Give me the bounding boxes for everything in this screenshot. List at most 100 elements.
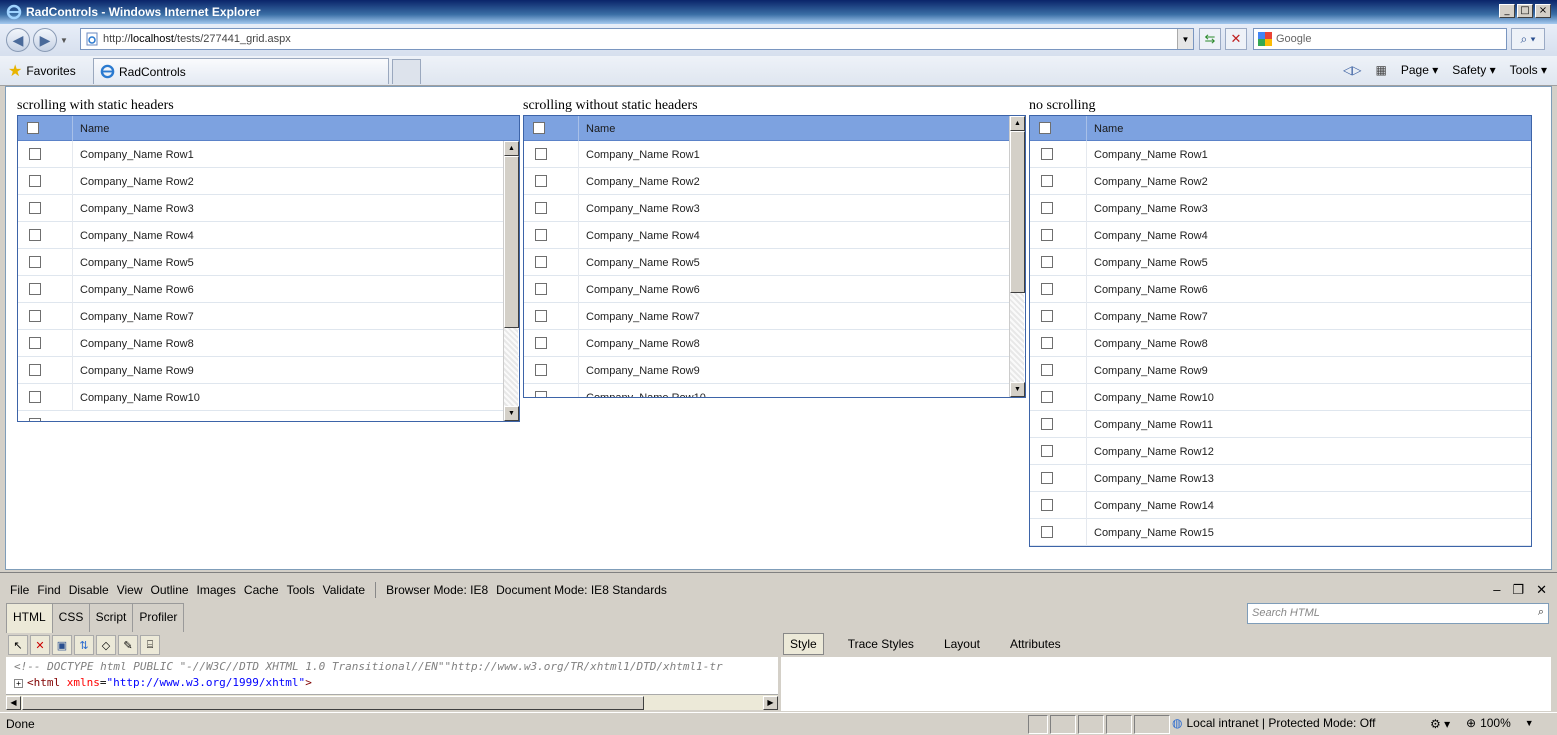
row-checkbox[interactable] bbox=[29, 283, 41, 295]
table-row[interactable]: Company_Name Row6 bbox=[18, 276, 519, 303]
table-row[interactable]: Company_Name Row5 bbox=[1030, 249, 1531, 276]
element-source-icon[interactable]: ◇ bbox=[96, 635, 116, 655]
security-zone[interactable]: ◍ Local intranet | Protected Mode: Off bbox=[1172, 716, 1375, 730]
clear-browser-cache-icon[interactable]: ✕ bbox=[30, 635, 50, 655]
row-checkbox[interactable] bbox=[29, 364, 41, 376]
row-checkbox[interactable] bbox=[29, 202, 41, 214]
table-row[interactable]: Company_Name Row8 bbox=[1030, 330, 1531, 357]
row-checkbox[interactable] bbox=[1041, 472, 1053, 484]
table-row[interactable]: Company_Name Row6 bbox=[1030, 276, 1531, 303]
search-icon[interactable]: ⌕ bbox=[1538, 606, 1544, 619]
menu-tools[interactable]: Tools bbox=[287, 583, 315, 597]
expand-icon[interactable]: + bbox=[14, 679, 23, 688]
row-checkbox[interactable] bbox=[535, 337, 547, 349]
page-menu[interactable]: Page ▾ bbox=[1401, 63, 1438, 77]
history-dropdown-icon[interactable]: ▼ bbox=[60, 36, 68, 45]
select-all-checkbox[interactable] bbox=[533, 122, 545, 134]
close-button[interactable]: × bbox=[1535, 4, 1551, 18]
refresh-button[interactable]: ⇆ bbox=[1199, 28, 1221, 50]
scroll-right-arrow-icon[interactable]: ▶ bbox=[763, 696, 778, 710]
menu-cache[interactable]: Cache bbox=[244, 583, 279, 597]
document-mode-menu[interactable]: Document Mode: IE8 Standards bbox=[496, 583, 667, 597]
read-mail-icon[interactable]: ▦ bbox=[1376, 63, 1387, 77]
table-row[interactable]: Company_Name Row14 bbox=[1030, 492, 1531, 519]
html-node[interactable]: + <html xmlns="http://www.w3.org/1999/xht… bbox=[14, 676, 778, 689]
table-row[interactable]: Company_Name Row5 bbox=[524, 249, 1025, 276]
scroll-thumb[interactable] bbox=[1010, 131, 1025, 293]
table-row[interactable]: Company_Name Row7 bbox=[1030, 303, 1531, 330]
menu-find[interactable]: Find bbox=[37, 583, 60, 597]
protected-mode-icon[interactable]: ⚙ ▾ bbox=[1430, 717, 1450, 731]
back-button[interactable]: ◀ bbox=[6, 28, 30, 52]
favorites-button[interactable]: ★ Favorites bbox=[8, 61, 76, 81]
tab-style[interactable]: Style bbox=[783, 633, 824, 655]
table-row[interactable]: Company_Name Row1 bbox=[18, 141, 519, 168]
devtools-unpin-icon[interactable]: ❐ bbox=[1512, 582, 1524, 598]
table-row[interactable]: Company_Name Row1 bbox=[1030, 141, 1531, 168]
menu-validate[interactable]: Validate bbox=[323, 583, 365, 597]
scroll-down-arrow-icon[interactable]: ▼ bbox=[504, 406, 519, 421]
devtools-close-icon[interactable]: ✕ bbox=[1536, 582, 1547, 598]
select-all-checkbox[interactable] bbox=[1039, 122, 1051, 134]
table-row[interactable]: Company_Name Row2 bbox=[524, 168, 1025, 195]
row-checkbox[interactable] bbox=[1041, 148, 1053, 160]
search-input[interactable]: Google bbox=[1253, 28, 1507, 50]
tab-radcontrols[interactable]: RadControls bbox=[93, 58, 389, 84]
table-row[interactable]: Company_Name Row10 bbox=[1030, 384, 1531, 411]
menu-disable[interactable]: Disable bbox=[69, 583, 109, 597]
word-wrap-icon[interactable]: ⌸ bbox=[140, 635, 160, 655]
minimize-button[interactable]: _ bbox=[1499, 4, 1515, 18]
scroll-left-arrow-icon[interactable]: ◀ bbox=[6, 696, 21, 710]
row-checkbox[interactable] bbox=[29, 310, 41, 322]
table-row[interactable]: Company_Name Row6 bbox=[524, 276, 1025, 303]
table-row[interactable]: Company_Name Row4 bbox=[524, 222, 1025, 249]
address-bar[interactable]: http://localhost/tests/277441_grid.aspx … bbox=[80, 28, 1194, 50]
row-checkbox[interactable] bbox=[1041, 310, 1053, 322]
table-row[interactable]: Company_Name Row10 bbox=[524, 384, 1025, 397]
select-element-icon[interactable]: ↖ bbox=[8, 635, 28, 655]
new-tab-button[interactable] bbox=[392, 59, 421, 84]
row-checkbox[interactable] bbox=[1041, 418, 1053, 430]
address-url[interactable]: http://localhost/tests/277441_grid.aspx bbox=[103, 33, 291, 45]
table-row-partial[interactable] bbox=[18, 411, 519, 421]
forward-button[interactable]: ▶ bbox=[33, 28, 57, 52]
vertical-scrollbar[interactable]: ▲ ▼ bbox=[1009, 116, 1025, 397]
row-checkbox[interactable] bbox=[29, 337, 41, 349]
vertical-scrollbar[interactable]: ▲ ▼ bbox=[503, 141, 519, 421]
row-checkbox[interactable] bbox=[29, 391, 41, 403]
scroll-thumb[interactable] bbox=[504, 156, 519, 328]
safety-menu[interactable]: Safety ▾ bbox=[1452, 63, 1495, 77]
search-html-input[interactable]: Search HTML ⌕ bbox=[1247, 603, 1549, 624]
scroll-up-arrow-icon[interactable]: ▲ bbox=[1010, 116, 1025, 131]
row-checkbox[interactable] bbox=[535, 202, 547, 214]
column-header-name[interactable]: Name bbox=[1094, 123, 1123, 135]
table-row[interactable]: Company_Name Row7 bbox=[524, 303, 1025, 330]
row-checkbox[interactable] bbox=[1041, 391, 1053, 403]
row-checkbox[interactable] bbox=[535, 148, 547, 160]
feeds-icon[interactable]: ◁▷ bbox=[1343, 63, 1361, 77]
row-checkbox[interactable] bbox=[1041, 337, 1053, 349]
tab-css[interactable]: CSS bbox=[51, 603, 90, 632]
edit-icon[interactable]: ✎ bbox=[118, 635, 138, 655]
tools-menu[interactable]: Tools ▾ bbox=[1510, 63, 1547, 77]
tab-profiler[interactable]: Profiler bbox=[132, 603, 185, 632]
row-checkbox[interactable] bbox=[535, 283, 547, 295]
row-checkbox[interactable] bbox=[1041, 229, 1053, 241]
column-header-name[interactable]: Name bbox=[80, 123, 109, 135]
menu-images[interactable]: Images bbox=[197, 583, 236, 597]
row-checkbox[interactable] bbox=[29, 148, 41, 160]
table-row[interactable]: Company_Name Row8 bbox=[18, 330, 519, 357]
row-checkbox[interactable] bbox=[1041, 256, 1053, 268]
table-row[interactable]: Company_Name Row9 bbox=[18, 357, 519, 384]
horizontal-scrollbar[interactable]: ◀ ▶ bbox=[6, 694, 778, 710]
table-row[interactable]: Company_Name Row5 bbox=[18, 249, 519, 276]
row-checkbox[interactable] bbox=[1041, 499, 1053, 511]
table-row[interactable]: Company_Name Row9 bbox=[1030, 357, 1531, 384]
row-checkbox[interactable] bbox=[535, 175, 547, 187]
row-checkbox[interactable] bbox=[535, 391, 547, 397]
tab-script[interactable]: Script bbox=[88, 603, 134, 632]
table-row[interactable]: Company_Name Row8 bbox=[524, 330, 1025, 357]
tab-layout[interactable]: Layout bbox=[938, 634, 986, 654]
table-row[interactable]: Company_Name Row11 bbox=[1030, 411, 1531, 438]
row-checkbox[interactable] bbox=[1041, 202, 1053, 214]
